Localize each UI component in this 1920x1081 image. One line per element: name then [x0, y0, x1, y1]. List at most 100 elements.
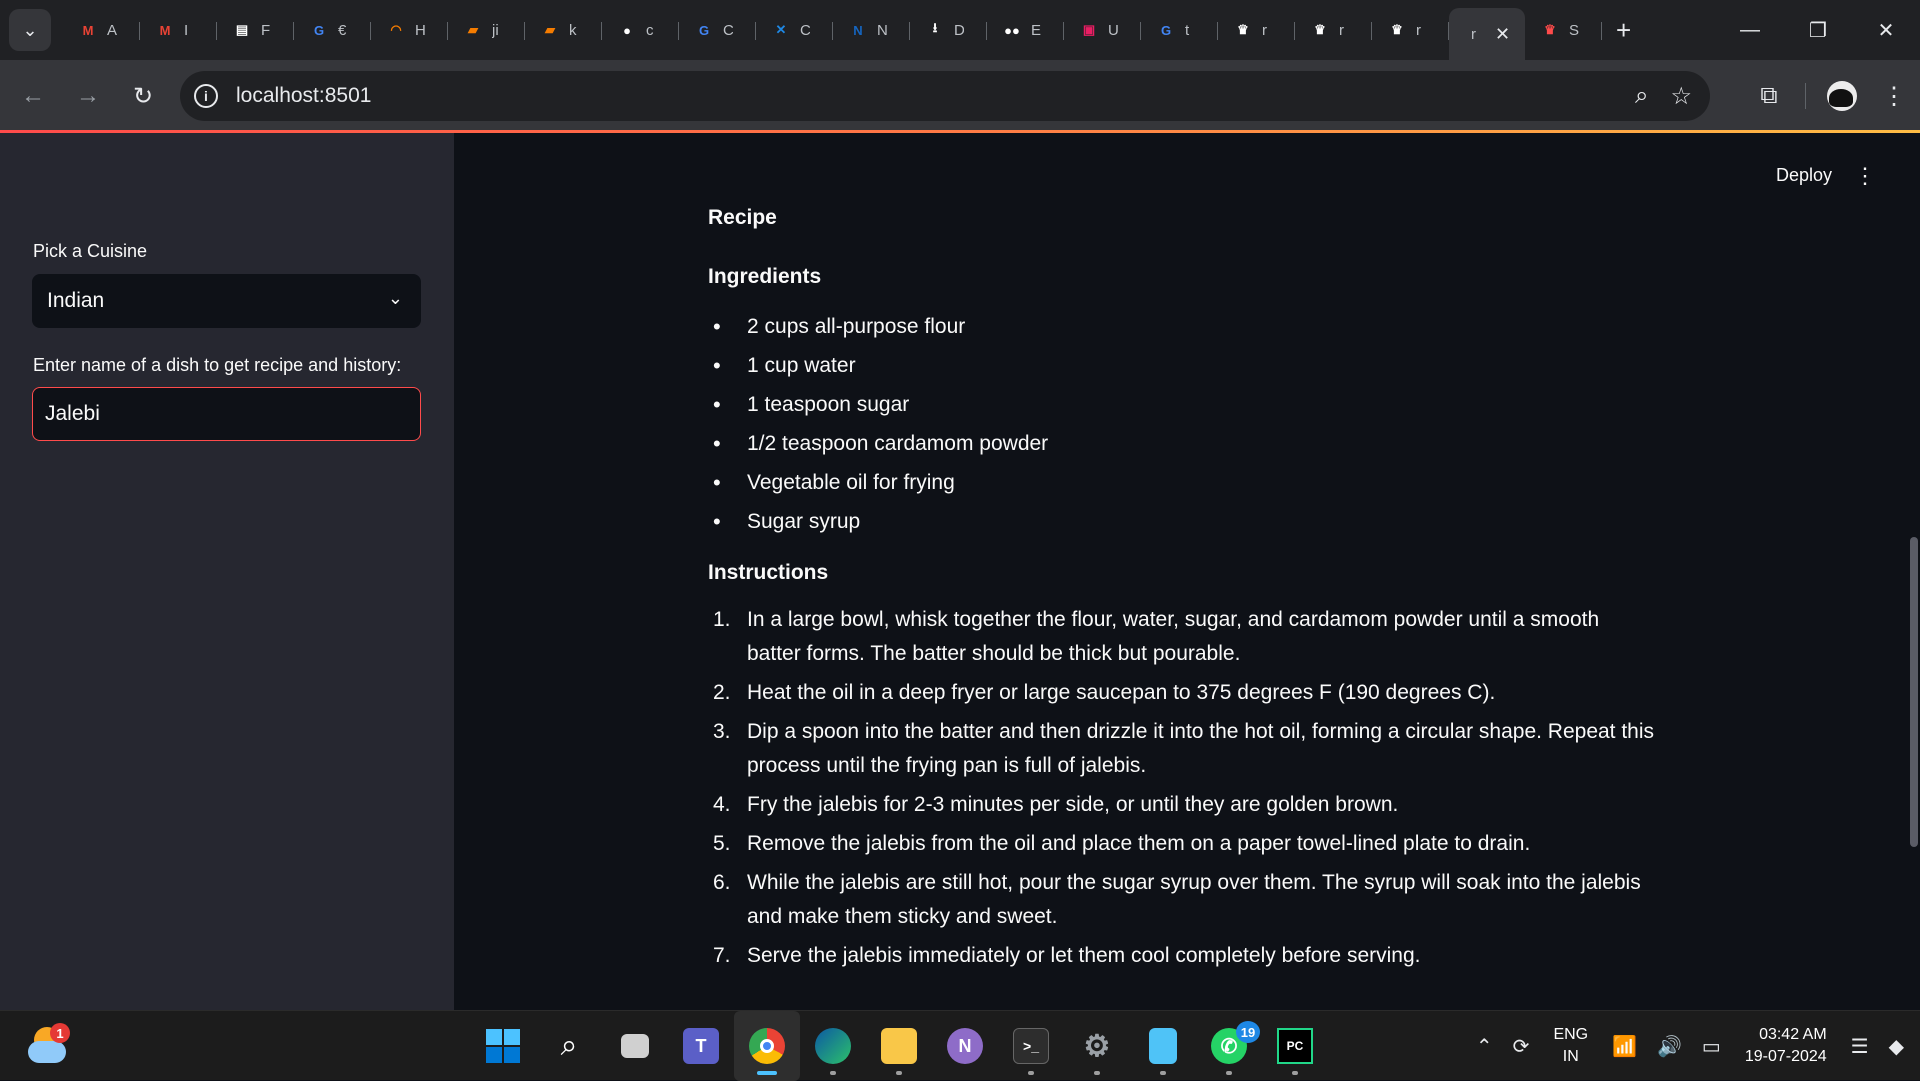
minimize-button[interactable]: — — [1716, 0, 1784, 60]
system-tray: ⌃ ⟳ ENG IN 📶 🔊 ▭ 03:42 AM 19-07-2024 ☰ ◆ — [1466, 1011, 1920, 1081]
weather-widget[interactable]: 1 — [28, 1023, 70, 1067]
new-tab-button[interactable]: + — [1616, 15, 1631, 46]
streamlit-icon: ♛ — [1544, 22, 1556, 37]
notifications-icon[interactable]: ☰ — [1851, 1034, 1869, 1059]
tab-title: r — [1416, 21, 1421, 39]
cuisine-select[interactable]: Indian ⌄ — [32, 274, 421, 328]
tab-streamlit-1[interactable]: ♛ r — [1218, 8, 1295, 52]
tab-medium[interactable]: ●● E — [987, 8, 1064, 52]
taskbar-search-button[interactable]: ⌕ — [536, 1011, 602, 1081]
google-icon: G — [1160, 22, 1172, 38]
tab-butterfly[interactable]: ✕ C — [756, 8, 833, 52]
instruction-item: 1. In a large bowl, whisk together the fl… — [708, 603, 1658, 671]
clock[interactable]: 03:42 AM 19-07-2024 — [1745, 1024, 1827, 1068]
zoom-icon[interactable]: ⌕ — [1635, 82, 1648, 110]
tab-streamlit-2[interactable]: ♛ r — [1295, 8, 1372, 52]
instruction-text: Remove the jalebis from the oil and plac… — [747, 832, 1531, 855]
task-view-button[interactable] — [602, 1011, 668, 1081]
tab-loading[interactable]: ◠ H — [371, 8, 448, 52]
wifi-icon[interactable]: 📶 — [1612, 1034, 1637, 1059]
tab-gmail-2[interactable]: MI — [140, 8, 217, 52]
app-n[interactable]: N — [932, 1011, 998, 1081]
volume-icon[interactable]: 🔊 — [1657, 1034, 1682, 1059]
notepad-app[interactable] — [1130, 1011, 1196, 1081]
tab-title: C — [723, 21, 733, 39]
cuisine-selected-value: Indian — [47, 289, 105, 312]
tab-download[interactable]: ⭳ D — [910, 8, 987, 52]
terminal-app[interactable]: >_ — [998, 1011, 1064, 1081]
profile-button[interactable] — [1816, 81, 1868, 111]
app-icon: ▣ — [1082, 22, 1096, 37]
reload-button[interactable]: ↻ — [121, 74, 165, 118]
chevron-up-icon[interactable]: ⌃ — [1476, 1034, 1493, 1059]
copilot-icon[interactable]: ◆ — [1889, 1034, 1904, 1059]
teams-icon: T — [683, 1028, 719, 1064]
dish-input[interactable]: Jalebi — [32, 387, 421, 441]
n-app-icon: N — [947, 1028, 983, 1064]
language-indicator[interactable]: ENG IN — [1553, 1024, 1588, 1068]
tab-google-1[interactable]: G € — [294, 8, 371, 52]
ingredient-item: 1 teaspoon sugar — [708, 385, 1658, 424]
recipe-heading: Recipe — [708, 206, 777, 229]
browser-tab-strip: ⌄ M A M I ▤ F G € ◠ H ▰ ji ▰ k ● c G C ✕ C N N ⭳ D ●● E ▣ U Gt ♛ r ♛ r ♛ r… — [0, 0, 1920, 60]
file-explorer-app[interactable] — [866, 1011, 932, 1081]
battery-icon[interactable]: ▭ — [1702, 1034, 1721, 1059]
dish-input-value: Jalebi — [45, 402, 100, 425]
instruction-number: 7. — [713, 944, 731, 967]
streamlit-icon: ♛ — [1391, 22, 1403, 37]
tab-notes-1[interactable]: ▰ ji — [448, 8, 525, 52]
tab-google-3[interactable]: Gt — [1141, 8, 1218, 52]
address-bar[interactable]: i localhost:8501 ⌕ ☆ — [180, 71, 1710, 121]
arrow-left-icon: ← — [21, 82, 45, 109]
back-button[interactable]: ← — [11, 74, 55, 118]
scrollbar-thumb[interactable] — [1910, 537, 1918, 847]
browser-menu-icon[interactable]: ⋮ — [1868, 82, 1920, 111]
main-content: Deploy ⋮ Recipe Ingredients 2 cups all-p… — [454, 133, 1920, 1010]
search-icon: ⌕ — [560, 1029, 578, 1062]
close-window-button[interactable]: ✕ — [1852, 0, 1920, 60]
tab-streamlit-3[interactable]: ♛ r — [1372, 8, 1449, 52]
sidebar: Pick a Cuisine Indian ⌄ Enter name of a … — [0, 133, 454, 1010]
tab-active[interactable]: r ✕ — [1449, 8, 1525, 60]
instruction-text: While the jalebis are still hot, pour th… — [747, 871, 1641, 928]
restore-button[interactable]: ❐ — [1784, 0, 1852, 60]
running-indicator — [1160, 1071, 1166, 1075]
tab-notes-2[interactable]: ▰ k — [525, 8, 602, 52]
tab-app-red[interactable]: ▣ U — [1064, 8, 1141, 52]
settings-app[interactable]: ⚙ — [1064, 1011, 1130, 1081]
streamlit-icon: ♛ — [1237, 22, 1249, 37]
arrow-right-icon: → — [76, 82, 100, 109]
tab-github[interactable]: ● c — [602, 8, 679, 52]
chrome-app[interactable] — [734, 1011, 800, 1081]
terminal-icon: >_ — [1013, 1028, 1049, 1064]
teams-app[interactable]: T — [668, 1011, 734, 1081]
tab-google-2[interactable]: GC — [679, 8, 756, 52]
chevron-down-icon: ⌄ — [22, 19, 38, 40]
tab-search-button[interactable]: ⌄ — [9, 9, 51, 51]
instruction-item: 2. Heat the oil in a deep fryer or large … — [708, 676, 1658, 710]
start-button[interactable] — [470, 1011, 536, 1081]
task-view-icon — [621, 1034, 649, 1058]
whatsapp-app[interactable]: ✆ 19 — [1196, 1011, 1262, 1081]
tab-streamlit-last[interactable]: ♛ S — [1525, 8, 1602, 52]
tab-title: € — [338, 21, 347, 39]
tab-title: C — [800, 21, 810, 39]
tab-title: D — [954, 21, 964, 39]
bookmark-star-icon[interactable]: ☆ — [1670, 82, 1692, 111]
edge-app[interactable] — [800, 1011, 866, 1081]
taskbar: 1 ⌕ T N >_ ⚙ ✆ 19 PC ⌃ ⟳ ENG IN 📶 🔊 ▭ 03… — [0, 1010, 1920, 1081]
tab-doc[interactable]: ▤ F — [217, 8, 294, 52]
sync-icon[interactable]: ⟳ — [1513, 1034, 1530, 1059]
site-info-icon[interactable]: i — [194, 84, 218, 108]
tab-gmail-1[interactable]: MA — [63, 8, 140, 52]
extensions-icon[interactable]: ⧉ — [1743, 82, 1795, 110]
main-menu-icon[interactable]: ⋮ — [1854, 163, 1876, 189]
pycharm-app[interactable]: PC — [1262, 1011, 1328, 1081]
url-text[interactable]: localhost:8501 — [236, 84, 371, 108]
tab-title: c — [646, 21, 654, 39]
close-tab-icon[interactable]: ✕ — [1495, 24, 1510, 45]
deploy-button[interactable]: Deploy — [1776, 165, 1832, 186]
notebook-icon: ▰ — [468, 22, 478, 37]
tab-notion-like[interactable]: NN — [833, 8, 910, 52]
forward-button[interactable]: → — [66, 74, 110, 118]
